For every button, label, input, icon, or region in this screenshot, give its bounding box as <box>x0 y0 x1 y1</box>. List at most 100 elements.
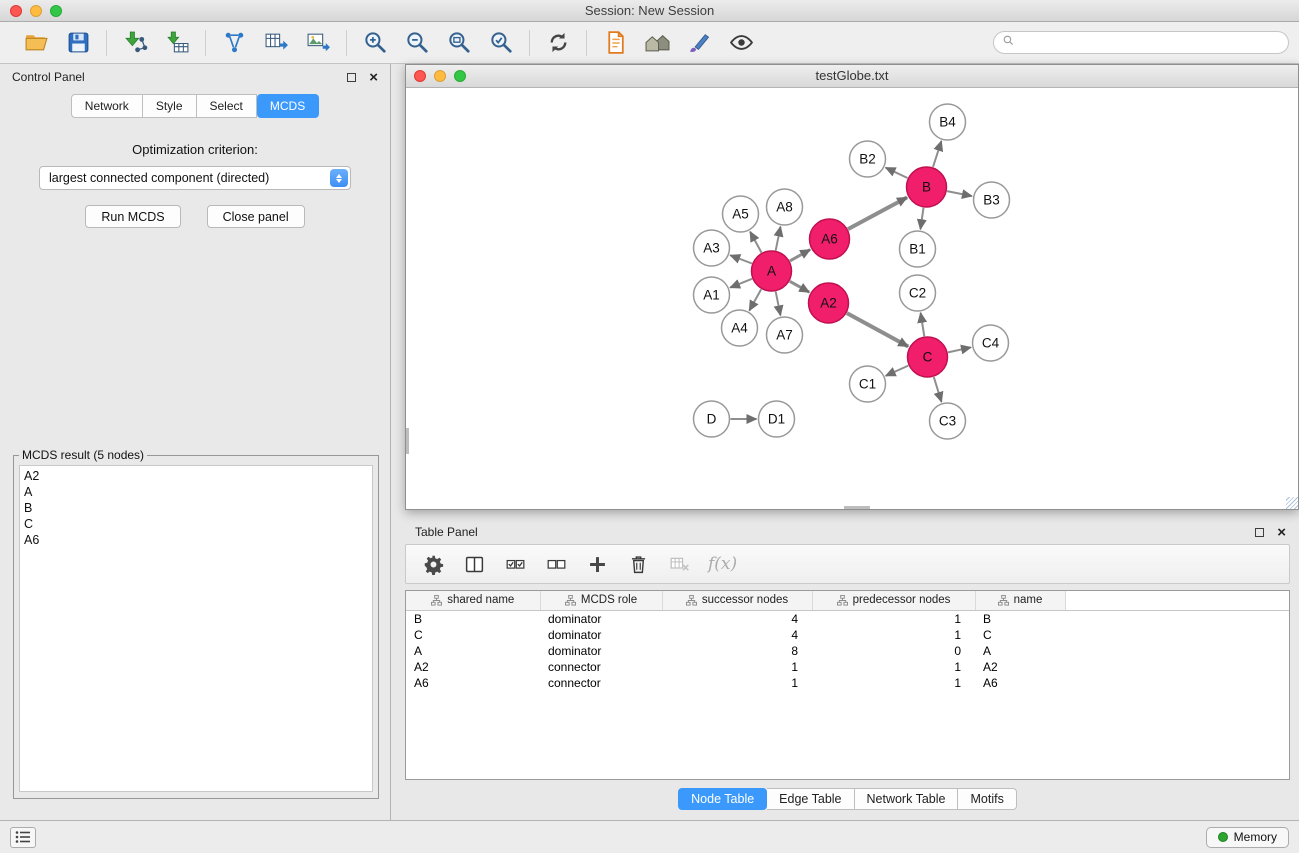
table-row[interactable]: Bdominator41B <box>406 610 1289 627</box>
graph-node-A2[interactable]: A2 <box>809 283 849 323</box>
mcds-result-item[interactable]: A2 <box>24 468 368 484</box>
graph-edge-B-B4[interactable] <box>933 141 941 167</box>
zoom-fit-icon[interactable] <box>442 26 476 60</box>
add-row-icon[interactable] <box>583 549 611 579</box>
graph-edge-B-B1[interactable] <box>920 208 923 229</box>
import-table-icon[interactable] <box>160 26 194 60</box>
column-header-name[interactable]: name <box>975 591 1065 610</box>
graph-edge-A-A6[interactable] <box>790 250 810 261</box>
zoom-out-icon[interactable] <box>400 26 434 60</box>
graph-edge-C-C3[interactable] <box>934 377 942 402</box>
table-settings-icon[interactable] <box>419 549 447 579</box>
graph-edge-B-B2[interactable] <box>886 168 908 178</box>
graph-node-A4[interactable]: A4 <box>722 310 758 346</box>
graph-node-A7[interactable]: A7 <box>767 317 803 353</box>
graph-node-A6[interactable]: A6 <box>810 219 850 259</box>
table-row[interactable]: Adominator80A <box>406 643 1289 659</box>
task-history-button[interactable] <box>10 827 36 848</box>
control-panel-tab-select[interactable]: Select <box>197 94 257 118</box>
minimize-network-button[interactable] <box>434 70 446 82</box>
network-canvas[interactable]: B4 B2 B B3 A5A8A6 A3 B1 A C2 A1 A2 A4A7 C4 C C1 D D1 C3 <box>406 88 1298 509</box>
mcds-result-item[interactable]: C <box>24 516 368 532</box>
export-table-icon[interactable] <box>259 26 293 60</box>
float-panel-icon[interactable] <box>347 73 356 82</box>
graph-node-C4[interactable]: C4 <box>973 325 1009 361</box>
graph-node-C1[interactable]: C1 <box>850 366 886 402</box>
graph-node-B3[interactable]: B3 <box>974 182 1010 218</box>
mcds-result-item[interactable]: A <box>24 484 368 500</box>
graph-edge-A-A8[interactable] <box>776 227 781 251</box>
column-header-shared-name[interactable]: shared name <box>406 591 540 610</box>
home-icon[interactable] <box>640 26 674 60</box>
table-row[interactable]: Cdominator41C <box>406 627 1289 643</box>
graph-node-D1[interactable]: D1 <box>759 401 795 437</box>
control-panel-tab-mcds[interactable]: MCDS <box>257 94 319 118</box>
graph-edge-A-A3[interactable] <box>730 255 752 263</box>
graph-edge-A-A2[interactable] <box>790 281 810 292</box>
graph-edge-C-C1[interactable] <box>886 366 909 376</box>
control-panel-tab-network[interactable]: Network <box>71 94 143 118</box>
graph-edge-A-A4[interactable] <box>749 289 761 310</box>
run-mcds-button[interactable]: Run MCDS <box>85 205 180 228</box>
search-box[interactable] <box>993 31 1289 54</box>
eye-icon[interactable] <box>724 26 758 60</box>
table-tab-network-table[interactable]: Network Table <box>855 788 959 810</box>
table-tab-edge-table[interactable]: Edge Table <box>767 788 854 810</box>
graph-edge-B-B3[interactable] <box>947 191 972 196</box>
graph-edge-C-C4[interactable] <box>948 347 971 352</box>
deselect-all-icon[interactable] <box>542 549 570 579</box>
graph-edge-A6-B[interactable] <box>848 197 907 229</box>
graph-node-D[interactable]: D <box>694 401 730 437</box>
minimize-window-button[interactable] <box>30 5 42 17</box>
control-panel-tab-style[interactable]: Style <box>143 94 197 118</box>
graph-node-B2[interactable]: B2 <box>850 141 886 177</box>
memory-button[interactable]: Memory <box>1206 827 1289 848</box>
graph-node-B4[interactable]: B4 <box>930 104 966 140</box>
close-panel-button[interactable]: Close panel <box>207 205 305 228</box>
save-session-icon[interactable] <box>61 26 95 60</box>
export-image-icon[interactable] <box>301 26 335 60</box>
maximize-window-button[interactable] <box>50 5 62 17</box>
table-row[interactable]: A6connector11A6 <box>406 675 1289 691</box>
graph-edge-C-C2[interactable] <box>921 313 925 337</box>
open-document-icon[interactable] <box>598 26 632 60</box>
float-table-panel-icon[interactable] <box>1255 528 1264 537</box>
column-header-MCDS-role[interactable]: MCDS role <box>540 591 662 610</box>
graph-node-A8[interactable]: A8 <box>767 189 803 225</box>
close-network-button[interactable] <box>414 70 426 82</box>
criterion-select[interactable]: largest connected component (directed) <box>39 166 351 190</box>
refresh-icon[interactable] <box>541 26 575 60</box>
column-header-predecessor-nodes[interactable]: predecessor nodes <box>812 591 975 610</box>
mcds-result-list[interactable]: A2ABCA6 <box>19 465 373 792</box>
graph-node-B1[interactable]: B1 <box>900 231 936 267</box>
graph-node-A[interactable]: A <box>752 251 792 291</box>
graph-node-C2[interactable]: C2 <box>900 275 936 311</box>
show-columns-icon[interactable] <box>460 549 488 579</box>
zoom-selected-icon[interactable] <box>484 26 518 60</box>
search-input[interactable] <box>1020 36 1280 50</box>
vertical-scrollbar[interactable] <box>406 428 409 454</box>
zoom-in-icon[interactable] <box>358 26 392 60</box>
column-header-successor-nodes[interactable]: successor nodes <box>662 591 812 610</box>
graph-node-B[interactable]: B <box>907 167 947 207</box>
table-tab-node-table[interactable]: Node Table <box>678 788 767 810</box>
import-network-icon[interactable] <box>118 26 152 60</box>
graph-edge-A-A7[interactable] <box>776 292 781 316</box>
delete-row-icon[interactable] <box>624 549 652 579</box>
graph-node-C[interactable]: C <box>908 337 948 377</box>
table-tab-motifs[interactable]: Motifs <box>958 788 1016 810</box>
graph-node-A1[interactable]: A1 <box>694 277 730 313</box>
mcds-result-item[interactable]: A6 <box>24 532 368 548</box>
new-network-icon[interactable] <box>217 26 251 60</box>
graph-node-C3[interactable]: C3 <box>930 403 966 439</box>
close-panel-icon[interactable]: × <box>369 70 378 85</box>
close-table-panel-icon[interactable]: × <box>1277 525 1286 540</box>
graph-edge-A-A1[interactable] <box>730 279 752 288</box>
graph-node-A5[interactable]: A5 <box>723 196 759 232</box>
mcds-result-item[interactable]: B <box>24 500 368 516</box>
table-row[interactable]: A2connector11A2 <box>406 659 1289 675</box>
select-all-icon[interactable] <box>501 549 529 579</box>
resize-grip[interactable] <box>1286 497 1298 509</box>
graph-edge-A-A5[interactable] <box>750 232 761 253</box>
graph-node-A3[interactable]: A3 <box>694 230 730 266</box>
